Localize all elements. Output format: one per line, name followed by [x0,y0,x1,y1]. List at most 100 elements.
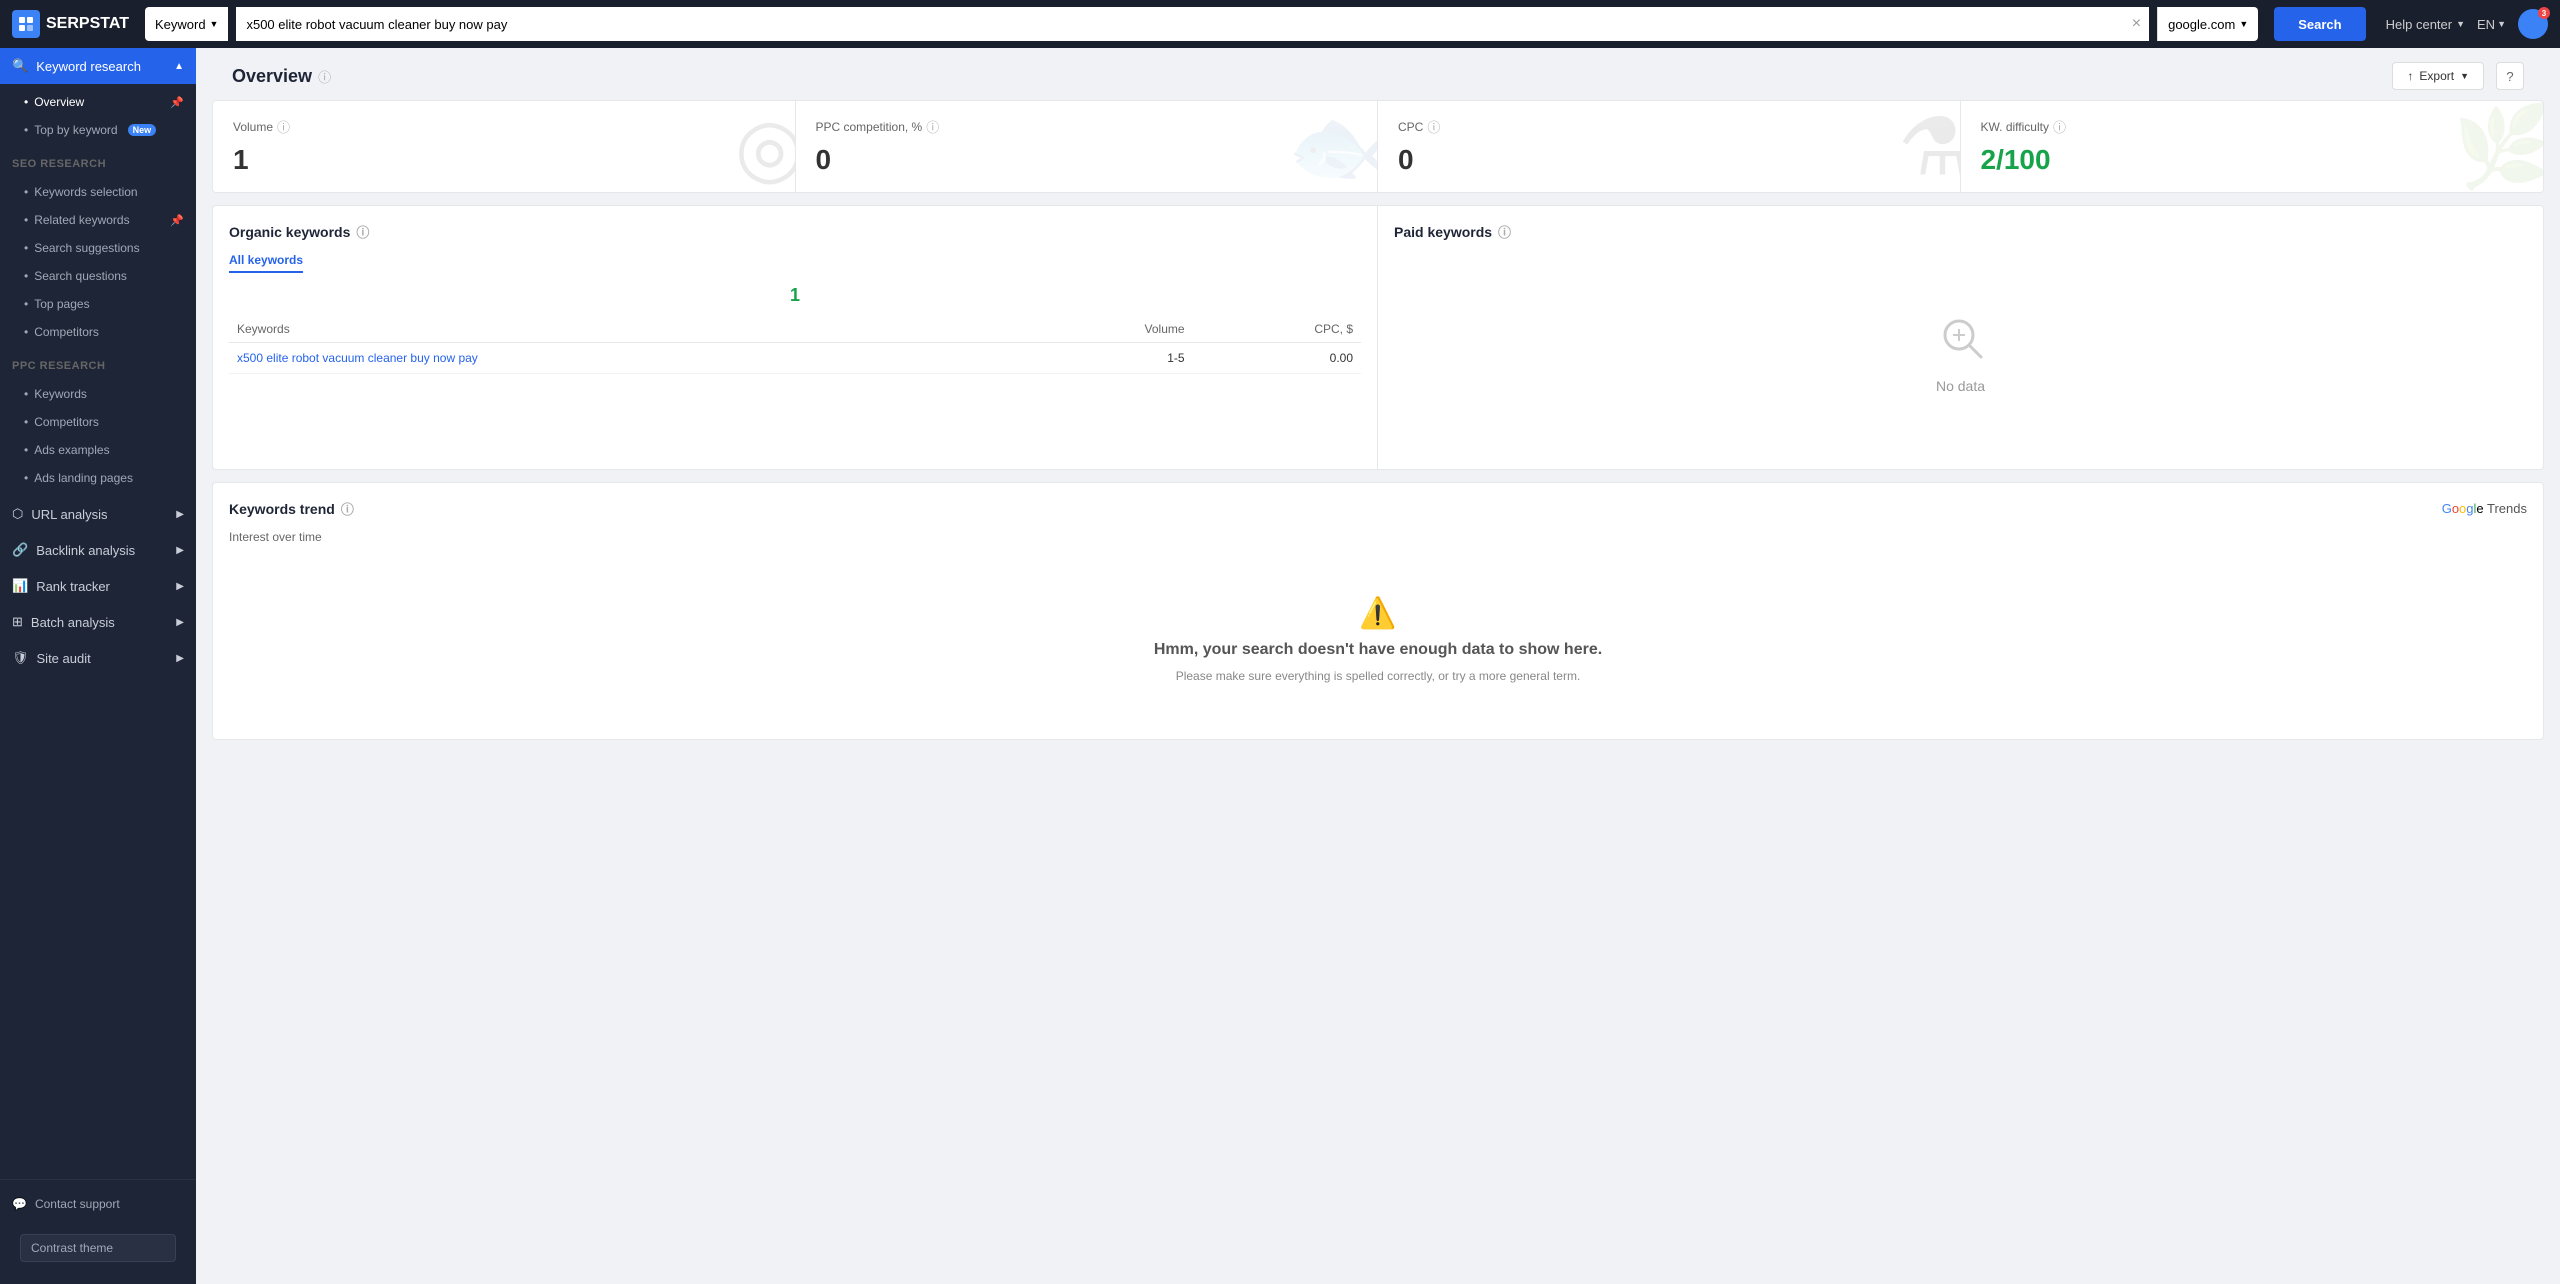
topbar-right: Help center ▼ EN ▼ 3 [2386,9,2548,39]
ppc-info-icon[interactable]: ⓘ [926,117,939,136]
sidebar-item-rank-tracker[interactable]: 📊 Rank tracker ▶ [0,568,196,604]
col-header-cpc: CPC, $ [1193,316,1361,343]
keywords-row: Organic keywords ⓘ All keywords 1 Keywor… [212,205,2544,470]
batch-analysis-arrow: ▶ [176,617,184,628]
overview-title-wrap: Overview ⓘ [232,66,331,87]
organic-keywords-panel: Organic keywords ⓘ All keywords 1 Keywor… [213,206,1378,469]
overview-header: Overview ⓘ ↑ Export ▼ ? [212,48,2544,100]
kw-link[interactable]: x500 elite robot vacuum cleaner buy now … [237,351,478,365]
sidebar-item-ads-examples[interactable]: • Ads examples [0,436,196,464]
search-suggestions-label: Search suggestions [34,241,139,255]
sidebar-item-competitors[interactable]: • Competitors [0,318,196,346]
bullet: • [24,471,28,485]
sidebar-item-ppc-keywords[interactable]: • Keywords [0,380,196,408]
engine-select[interactable]: google.com ▼ [2157,7,2258,41]
kw-diff-value: 2/100 [1981,144,2524,176]
search-questions-label: Search questions [34,269,127,283]
volume-bg-icon: ◎ [735,101,796,192]
backlink-label: Backlink analysis [36,543,135,558]
col-header-keywords: Keywords [229,316,1020,343]
language-select[interactable]: EN ▼ [2477,17,2506,32]
help-center-label: Help center [2386,17,2452,32]
metrics-row: Volume ⓘ 1 ◎ PPC competition, % ⓘ 0 🐟 [212,100,2544,193]
backlink-arrow: ▶ [176,545,184,556]
site-audit-arrow: ▶ [176,653,184,664]
keywords-selection-label: Keywords selection [34,185,137,199]
metric-card-kw-difficulty: KW. difficulty ⓘ 2/100 🌿 [1961,101,2544,192]
sidebar-item-ads-landing[interactable]: • Ads landing pages [0,464,196,492]
sidebar-item-top-by-keyword[interactable]: • Top by keyword New [0,116,196,144]
contrast-theme-select[interactable]: Contrast theme [20,1234,176,1262]
search-input-wrap: × [236,7,2149,41]
export-button[interactable]: ↑ Export ▼ [2392,62,2484,90]
avatar[interactable]: 3 [2518,9,2548,39]
sidebar-item-search-questions[interactable]: • Search questions [0,262,196,290]
sidebar-item-search-suggestions[interactable]: • Search suggestions [0,234,196,262]
sidebar-item-related-keywords[interactable]: • Related keywords 📌 [0,206,196,234]
seo-research-sub: • Keywords selection • Related keywords … [0,174,196,350]
help-button[interactable]: ? [2496,62,2524,90]
volume-label: Volume ⓘ [233,117,775,136]
table-row: x500 elite robot vacuum cleaner buy now … [229,343,1361,374]
metric-card-cpc: CPC ⓘ 0 ⚗ [1378,101,1961,192]
trend-header: Keywords trend ⓘ Google Trends [229,499,2527,518]
competitors-label: Competitors [34,325,99,339]
bullet: • [24,443,28,457]
backlink-icon: 🔗 [12,542,28,558]
sidebar-item-backlink-analysis[interactable]: 🔗 Backlink analysis ▶ [0,532,196,568]
site-audit-icon: 🛡 [12,650,29,666]
sidebar-item-url-analysis[interactable]: ⬡ URL analysis ▶ [0,496,196,532]
volume-value: 1 [233,144,775,176]
lang-chevron: ▼ [2497,19,2506,29]
sidebar-item-batch-analysis[interactable]: ⊞ Batch analysis ▶ [0,604,196,640]
search-input[interactable] [236,7,2123,41]
logo-icon [12,10,40,38]
trend-info-icon[interactable]: ⓘ [341,499,354,518]
google-trends-badge: Google Trends [2442,501,2527,516]
organic-kw-count: 1 [229,285,1361,306]
search-button[interactable]: Search [2274,7,2365,41]
sidebar-item-keywords-selection[interactable]: • Keywords selection [0,178,196,206]
sidebar: 🔍 Keyword research ▲ • Overview 📌 • Top … [0,48,196,1284]
sidebar-item-contact-support[interactable]: 💬 Contact support [0,1188,196,1220]
sidebar-item-keyword-research[interactable]: 🔍 Keyword research ▲ [0,48,196,84]
search-type-select[interactable]: Keyword ▼ [145,7,229,41]
rank-tracker-label: Rank tracker [36,579,110,594]
organic-tabs: All keywords [229,253,1361,273]
overview-info-icon[interactable]: ⓘ [318,67,331,86]
sidebar-item-ppc-competitors[interactable]: • Competitors [0,408,196,436]
contact-support-label: Contact support [35,1197,120,1211]
logo-text: SERPSTAT [46,15,129,33]
kw-diff-info-icon[interactable]: ⓘ [2053,117,2066,136]
search-type-label: Keyword [155,17,206,32]
paid-keywords-panel: Paid keywords ⓘ No data [1378,206,2543,469]
clear-button[interactable]: × [2124,15,2149,33]
volume-info-icon[interactable]: ⓘ [277,117,290,136]
ppc-research-sub: • Keywords • Competitors • Ads examples … [0,376,196,496]
rank-tracker-arrow: ▶ [176,581,184,592]
col-header-volume: Volume [1020,316,1193,343]
bullet: • [24,297,28,311]
avatar-badge: 3 [2538,7,2550,19]
no-data-text: No data [1936,378,1985,394]
cpc-cell: 0.00 [1193,343,1361,374]
sidebar-item-overview[interactable]: • Overview 📌 [0,88,196,116]
tab-all-keywords[interactable]: All keywords [229,253,303,273]
export-icon: ↑ [2407,69,2413,83]
help-center-link[interactable]: Help center ▼ [2386,17,2465,32]
top-pages-label: Top pages [34,297,89,311]
url-analysis-arrow: ▶ [176,509,184,520]
kw-cell: x500 elite robot vacuum cleaner buy now … [229,343,1020,374]
new-badge: New [128,124,157,136]
sidebar-item-site-audit[interactable]: 🛡 Site audit ▶ [0,640,196,676]
cpc-label: CPC ⓘ [1398,117,1940,136]
sidebar-item-top-pages[interactable]: • Top pages [0,290,196,318]
bullet: • [24,387,28,401]
cpc-info-icon[interactable]: ⓘ [1427,117,1440,136]
no-data-icon [1937,313,1985,370]
paid-info-icon[interactable]: ⓘ [1498,222,1511,241]
sidebar-bottom: 💬 Contact support Contrast theme [0,1179,196,1284]
organic-info-icon[interactable]: ⓘ [356,222,369,241]
url-analysis-label: URL analysis [31,507,107,522]
batch-analysis-icon: ⊞ [12,614,23,630]
